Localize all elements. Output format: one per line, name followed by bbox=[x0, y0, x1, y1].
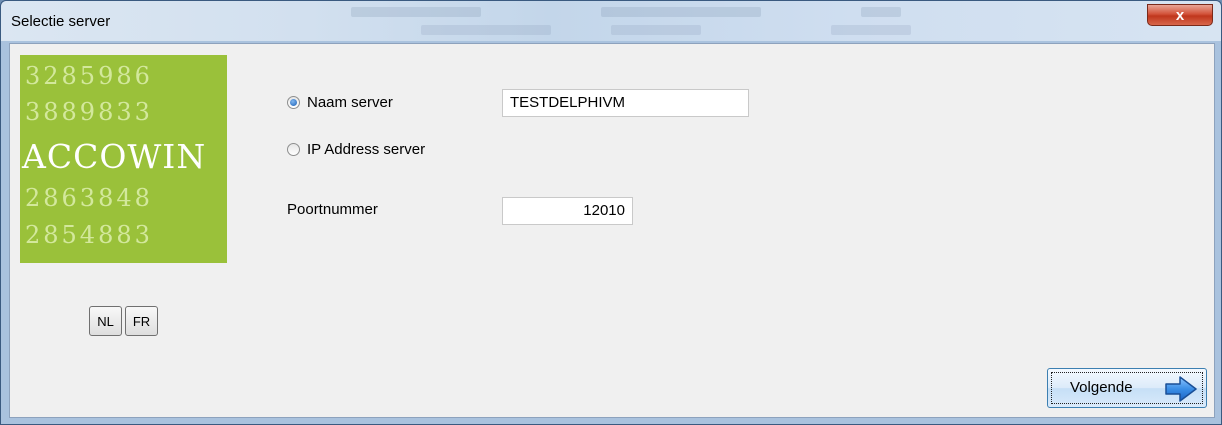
logo-brand-text: ACCOWIN bbox=[22, 137, 207, 176]
port-label: Poortnummer bbox=[287, 201, 378, 218]
background-window-ghost bbox=[351, 7, 481, 17]
radio-dot-icon bbox=[290, 99, 297, 106]
server-name-input[interactable]: TESTDELPHIVM bbox=[502, 89, 749, 117]
language-fr-button[interactable]: FR bbox=[125, 306, 158, 336]
dialog-client-area: 3285986 3889833 ACCOWIN 2863848 2854883 … bbox=[9, 43, 1215, 418]
background-window-ghost bbox=[831, 25, 911, 35]
radio-ip-address-label: IP Address server bbox=[307, 141, 426, 158]
port-input[interactable]: 12010 bbox=[502, 197, 633, 225]
background-window-ghost bbox=[611, 25, 701, 35]
next-button[interactable]: Volgende bbox=[1047, 368, 1207, 408]
background-window-ghost bbox=[861, 7, 901, 17]
window-title: Selectie server bbox=[11, 13, 111, 30]
title-bar[interactable]: Selectie server x bbox=[1, 1, 1221, 41]
radio-ip-address[interactable]: IP Address server bbox=[287, 141, 425, 158]
logo-digits-row: 2863848 bbox=[25, 184, 153, 212]
background-window-ghost bbox=[421, 25, 551, 35]
next-button-label: Volgende bbox=[1070, 379, 1133, 396]
logo-digits-row: 2854883 bbox=[25, 221, 153, 249]
dialog-window: Selectie server x 3285986 3889833 ACCOWI… bbox=[0, 0, 1222, 425]
logo-digits-row: 3889833 bbox=[25, 98, 153, 126]
close-icon: x bbox=[1175, 6, 1185, 24]
background-window-ghost bbox=[601, 7, 761, 17]
radio-server-name[interactable]: Naam server bbox=[287, 94, 393, 111]
close-button[interactable]: x bbox=[1147, 4, 1213, 26]
radio-button-checked[interactable] bbox=[287, 96, 300, 109]
arrow-right-icon bbox=[1165, 376, 1197, 402]
language-nl-button[interactable]: NL bbox=[89, 306, 122, 336]
accowin-logo: 3285986 3889833 ACCOWIN 2863848 2854883 bbox=[20, 55, 227, 263]
logo-digits-row: 3285986 bbox=[25, 62, 153, 90]
radio-server-name-label: Naam server bbox=[307, 94, 393, 111]
radio-button-unchecked[interactable] bbox=[287, 143, 300, 156]
